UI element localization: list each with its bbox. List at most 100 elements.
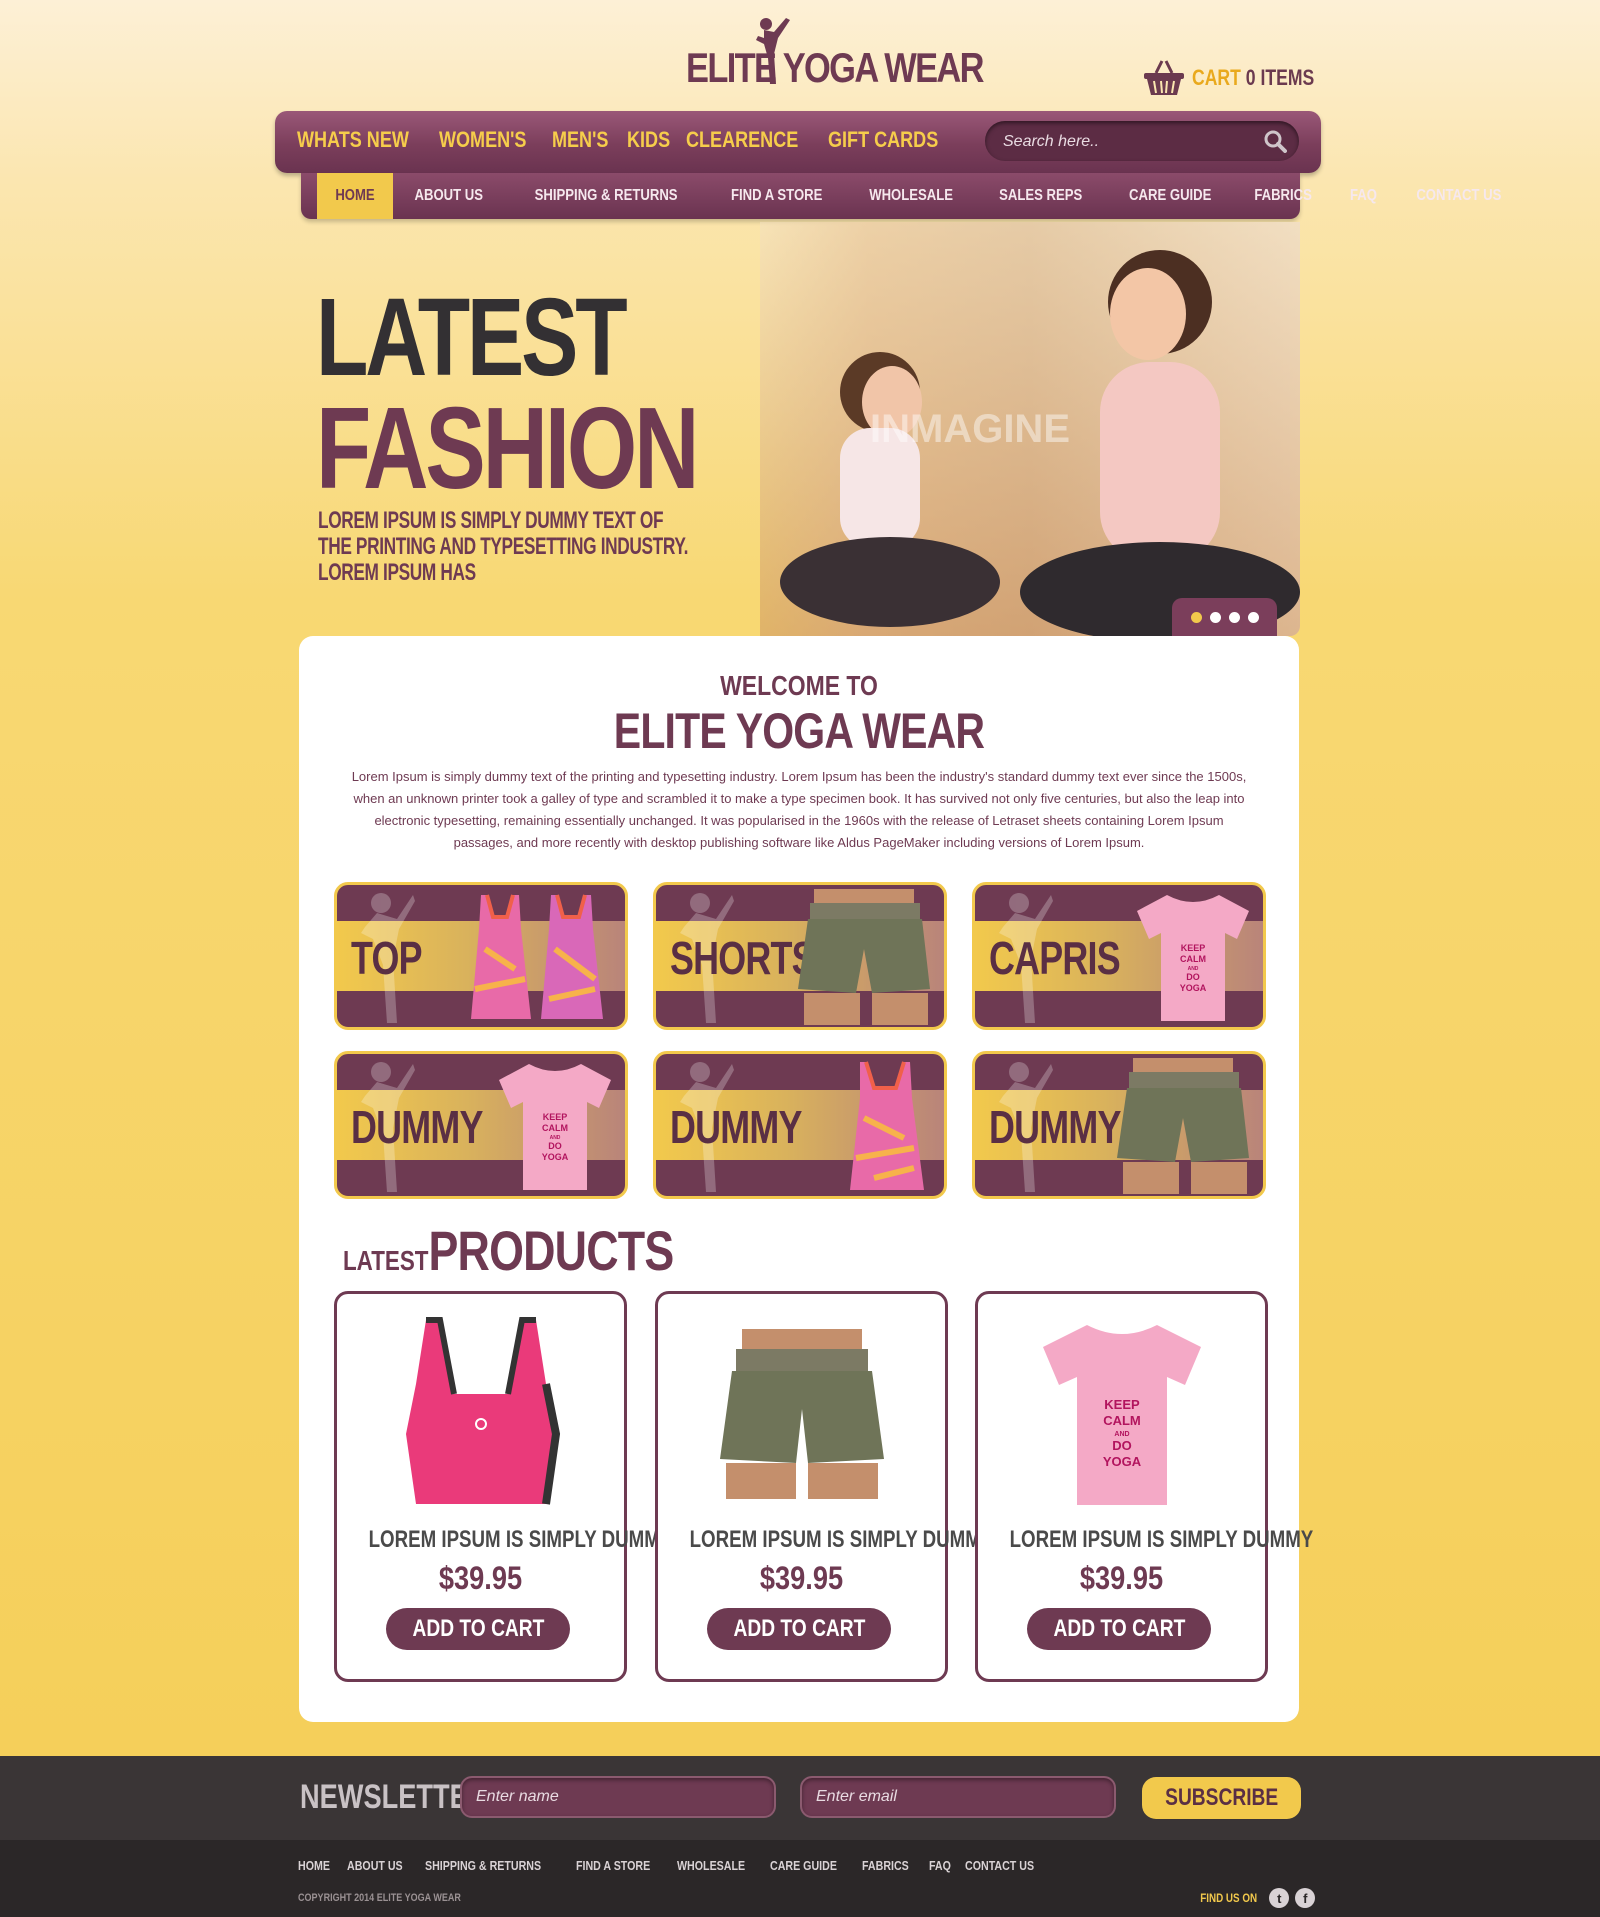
footer-link-home[interactable]: HOME [298,1858,330,1873]
svg-text:KEEP: KEEP [1104,1397,1140,1412]
subnav-home[interactable]: HOME [317,173,393,219]
tank-top-icon [850,1061,924,1190]
sports-bra-icon [405,1317,560,1505]
category-tile-dummy-3[interactable]: DUMMY [972,1051,1266,1199]
category-tile-capris[interactable]: CAPRIS KEEP CALM AND DO YOGA [972,882,1266,1030]
footer-link-care-guide[interactable]: CARE GUIDE [770,1858,837,1873]
add-to-cart-button[interactable]: ADD TO CART [1027,1608,1211,1650]
main-nav: WHATS NEW WOMEN'S MEN'S KIDS CLEARENCE G… [275,111,1321,173]
sub-nav: HOME ABOUT US SHIPPING & RETURNS FIND A … [301,173,1502,219]
latest-small: LATEST [343,1245,429,1276]
facebook-icon[interactable]: f [1295,1888,1316,1908]
basket-icon [1144,60,1184,95]
subscribe-button[interactable]: SUBSCRIBE [1142,1777,1301,1819]
footer-link-find-a-store[interactable]: FIND A STORE [576,1858,650,1873]
hero-title-line1: LATEST [316,276,628,399]
footer-link-faq[interactable]: FAQ [929,1858,951,1873]
twitter-icon[interactable]: t [1269,1888,1290,1908]
footer-link-contact-us[interactable]: CONTACT US [965,1858,1034,1873]
search-box [985,121,1299,161]
nav-clearence[interactable]: CLEARENCE [686,127,798,153]
slider-dot-4[interactable] [1247,611,1259,623]
svg-text:CALM: CALM [1180,954,1206,964]
subnav-shipping-returns[interactable]: SHIPPING & RETURNS [505,173,707,219]
logo[interactable]: ELITE YOGA WEAR [686,14,985,94]
slider-dot-3[interactable] [1228,611,1240,623]
category-label: DUMMY [989,1101,1121,1153]
nav-mens[interactable]: MEN'S [552,127,608,153]
category-label: DUMMY [351,1101,483,1153]
welcome-subtitle: WELCOME TO [720,670,878,701]
svg-text:CALM: CALM [542,1123,568,1133]
footer-link-about-us[interactable]: ABOUT US [347,1858,403,1873]
subnav-find-a-store[interactable]: FIND A STORE [707,173,846,219]
svg-text:YOGA: YOGA [1180,983,1207,993]
svg-text:KEEP: KEEP [543,1112,568,1122]
footer: HOME ABOUT US SHIPPING & RETURNS FIND A … [0,1840,1600,1917]
slider-dot-2[interactable] [1209,611,1221,623]
svg-text:YOGA: YOGA [542,1152,569,1162]
category-tile-top[interactable]: TOP [334,882,628,1030]
latest-products-heading: LATESTPRODUCTS [343,1218,674,1283]
add-to-cart-button[interactable]: ADD TO CART [386,1608,570,1650]
nav-womens[interactable]: WOMEN'S [439,127,526,153]
shorts-icon [798,889,930,1025]
newsletter-email-input[interactable] [800,1776,1116,1818]
product-name: LOREM IPSUM IS SIMPLY DUMMY [689,1526,994,1553]
cart-label: CART [1192,65,1241,90]
copyright: COPYRIGHT 2014 ELITE YOGA WEAR [298,1892,461,1904]
watermark-text: INMAGINE [870,407,1070,451]
svg-text:YOGA: YOGA [1102,1454,1141,1469]
subnav-fabrics[interactable]: FABRICS [1234,173,1332,219]
cart-count: 0 ITEMS [1245,65,1315,90]
category-label: DUMMY [670,1101,802,1153]
category-tile-shorts[interactable]: SHORTS [653,882,947,1030]
product-price: $39.95 [438,1560,523,1596]
hero-title-line2: FASHION [316,383,699,513]
newsletter-name-input[interactable] [460,1776,776,1818]
subnav-contact-us[interactable]: CONTACT US [1393,173,1525,219]
product-price: $39.95 [1079,1560,1164,1596]
product-name: LOREM IPSUM IS SIMPLY DUMMY [1009,1526,1314,1553]
hero-image: INMAGINE [760,222,1300,636]
product-card: LOREM IPSUM IS SIMPLY DUMMY $39.95 ADD T… [655,1291,994,1682]
footer-link-shipping-returns[interactable]: SHIPPING & RETURNS [425,1858,541,1873]
welcome-text: Lorem Ipsum is simply dummy text of the … [351,769,1247,850]
welcome-title: ELITE YOGA WEAR [613,703,985,759]
svg-text:DO: DO [1112,1438,1132,1453]
category-tile-dummy-1[interactable]: DUMMY KEEP CALM AND DO YOGA [334,1051,628,1199]
slider-dot-1[interactable] [1190,611,1202,623]
nav-gift-cards[interactable]: GIFT CARDS [828,127,938,153]
subnav-care-guide[interactable]: CARE GUIDE [1106,173,1234,219]
subnav-sales-reps[interactable]: SALES REPS [976,173,1105,219]
newsletter-bar: NEWSLETTER SUBSCRIBE [0,1756,1600,1840]
svg-text:CALM: CALM [1103,1413,1141,1428]
cart[interactable]: CART 0 ITEMS [1142,58,1345,98]
footer-link-wholesale[interactable]: WHOLESALE [677,1858,745,1873]
yoga-photo-illustration: INMAGINE [760,222,1300,636]
add-to-cart-button[interactable]: ADD TO CART [707,1608,891,1650]
subnav-about-us[interactable]: ABOUT US [393,173,505,219]
category-tile-dummy-2[interactable]: DUMMY [653,1051,947,1199]
svg-text:AND: AND [1114,1431,1129,1438]
footer-link-fabrics[interactable]: FABRICS [862,1858,909,1873]
product-name: LOREM IPSUM IS SIMPLY DUMMY [368,1526,673,1553]
tshirt-icon: KEEP CALM AND DO YOGA [1137,895,1249,1021]
product-card: KEEP CALM AND DO YOGA LOREM IPSUM IS SIM… [975,1291,1314,1682]
find-us-label: FIND US ON [1200,1891,1258,1905]
product-card: LOREM IPSUM IS SIMPLY DUMMY $39.95 ADD T… [334,1291,673,1682]
subnav-faq[interactable]: FAQ [1333,173,1394,219]
tshirt-icon: KEEP CALM AND DO YOGA [1042,1325,1201,1505]
shorts-icon [719,1329,884,1499]
find-us: FIND US ON t f [1194,1888,1316,1908]
product-price: $39.95 [759,1560,844,1596]
svg-text:DO: DO [548,1141,562,1151]
svg-text:DO: DO [1186,972,1200,982]
nav-kids[interactable]: KIDS [627,127,670,153]
search-icon[interactable] [1263,129,1287,153]
subnav-wholesale[interactable]: WHOLESALE [846,173,976,219]
tank-top-icon [471,894,603,1019]
nav-whats-new[interactable]: WHATS NEW [297,127,409,153]
search-input[interactable] [1001,129,1255,155]
main-panel: WELCOME TO ELITE YOGA WEAR Lorem Ipsum i… [299,636,1314,1722]
